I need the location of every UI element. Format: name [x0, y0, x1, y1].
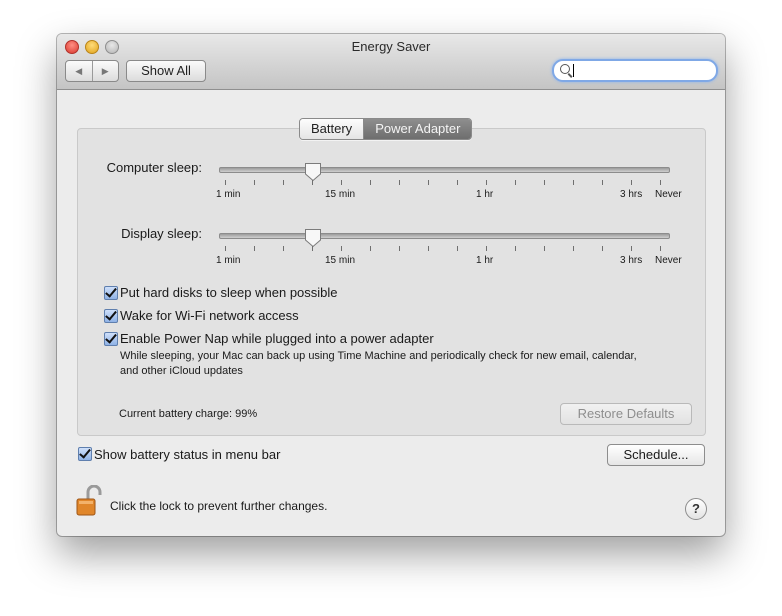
slider-tick — [602, 180, 603, 185]
slider-tick — [486, 180, 487, 185]
slider-tick — [631, 246, 632, 251]
display-sleep-tick-1-min: 1 min — [216, 255, 241, 266]
wake-wifi-label[interactable]: Wake for Wi-Fi network access — [120, 308, 299, 323]
hard-disk-sleep-checkbox[interactable] — [104, 286, 118, 300]
computer-sleep-slider-knob[interactable] — [304, 162, 322, 182]
title-bar: Energy Saver ◀ ▶ Show All — [57, 34, 725, 90]
show-battery-status-checkbox[interactable] — [78, 447, 92, 461]
display-sleep-tick-never: Never — [655, 255, 682, 266]
slider-tick — [602, 246, 603, 251]
schedule-button[interactable]: Schedule... — [607, 444, 705, 466]
display-sleep-slider-knob[interactable] — [304, 228, 322, 248]
power-nap-description: While sleeping, your Mac can back up usi… — [120, 350, 637, 377]
back-arrow-icon[interactable]: ◀ — [66, 61, 93, 81]
computer-sleep-label: Computer sleep: — [106, 160, 202, 175]
computer-sleep-tick-15-min: 15 min — [325, 189, 356, 200]
slider-tick — [399, 246, 400, 251]
text-cursor — [573, 64, 574, 77]
slider-tick — [341, 180, 342, 185]
slider-tick — [573, 180, 574, 185]
wake-wifi-checkbox[interactable] — [104, 309, 118, 323]
lock-message: Click the lock to prevent further change… — [110, 499, 328, 513]
unlocked-padlock-icon[interactable] — [76, 485, 102, 517]
tab-power-adapter[interactable]: Power Adapter — [364, 119, 472, 139]
help-button[interactable]: ? — [685, 498, 707, 520]
slider-tick — [457, 180, 458, 185]
search-icon — [560, 64, 570, 74]
computer-sleep-slider[interactable] — [219, 167, 670, 173]
show-battery-status-label[interactable]: Show battery status in menu bar — [94, 447, 280, 462]
display-sleep-tick-3-hrs: 3 hrs — [620, 255, 643, 266]
slider-tick — [486, 246, 487, 251]
computer-sleep-tick-1-hr: 1 hr — [476, 189, 494, 200]
slider-tick — [457, 246, 458, 251]
battery-charge-status: Current battery charge: 99% — [119, 408, 258, 420]
slider-tick — [341, 246, 342, 251]
power-nap-checkbox[interactable] — [104, 332, 118, 346]
slider-tick — [573, 246, 574, 251]
slider-tick — [631, 180, 632, 185]
slider-tick — [399, 180, 400, 185]
power-nap-label[interactable]: Enable Power Nap while plugged into a po… — [120, 331, 434, 346]
window-title: Energy Saver — [351, 39, 431, 54]
slider-tick — [312, 246, 313, 251]
search-field[interactable] — [552, 59, 718, 82]
slider-tick — [660, 246, 661, 251]
slider-tick — [225, 246, 226, 251]
slider-tick — [660, 180, 661, 185]
show-all-button[interactable]: Show All — [126, 60, 206, 82]
slider-tick — [544, 246, 545, 251]
slider-tick — [428, 246, 429, 251]
tab-battery[interactable]: Battery — [300, 119, 365, 139]
computer-sleep-tick-never: Never — [655, 189, 682, 200]
slider-tick — [225, 180, 226, 185]
back-forward-control: ◀ ▶ — [65, 60, 119, 82]
display-sleep-tick-1-hr: 1 hr — [476, 255, 494, 266]
slider-tick — [370, 246, 371, 251]
slider-tick — [515, 246, 516, 251]
slider-tick — [544, 180, 545, 185]
slider-tick — [515, 180, 516, 185]
energy-saver-window: Energy Saver ◀ ▶ Show All Battery Power … — [57, 34, 725, 536]
slider-tick — [312, 180, 313, 185]
slider-tick — [254, 180, 255, 185]
source-tabs: Battery Power Adapter — [299, 118, 473, 140]
slider-tick — [428, 180, 429, 185]
restore-defaults-button[interactable]: Restore Defaults — [560, 403, 692, 425]
computer-sleep-tick-1-min: 1 min — [216, 189, 241, 200]
display-sleep-tick-15-min: 15 min — [325, 255, 356, 266]
display-sleep-label: Display sleep: — [121, 226, 202, 241]
slider-tick — [254, 246, 255, 251]
forward-arrow-icon[interactable]: ▶ — [93, 61, 119, 81]
computer-sleep-tick-3-hrs: 3 hrs — [620, 189, 643, 200]
slider-tick — [283, 246, 284, 251]
slider-tick — [283, 180, 284, 185]
display-sleep-slider[interactable] — [219, 233, 670, 239]
slider-tick — [370, 180, 371, 185]
hard-disk-sleep-label[interactable]: Put hard disks to sleep when possible — [120, 285, 338, 300]
